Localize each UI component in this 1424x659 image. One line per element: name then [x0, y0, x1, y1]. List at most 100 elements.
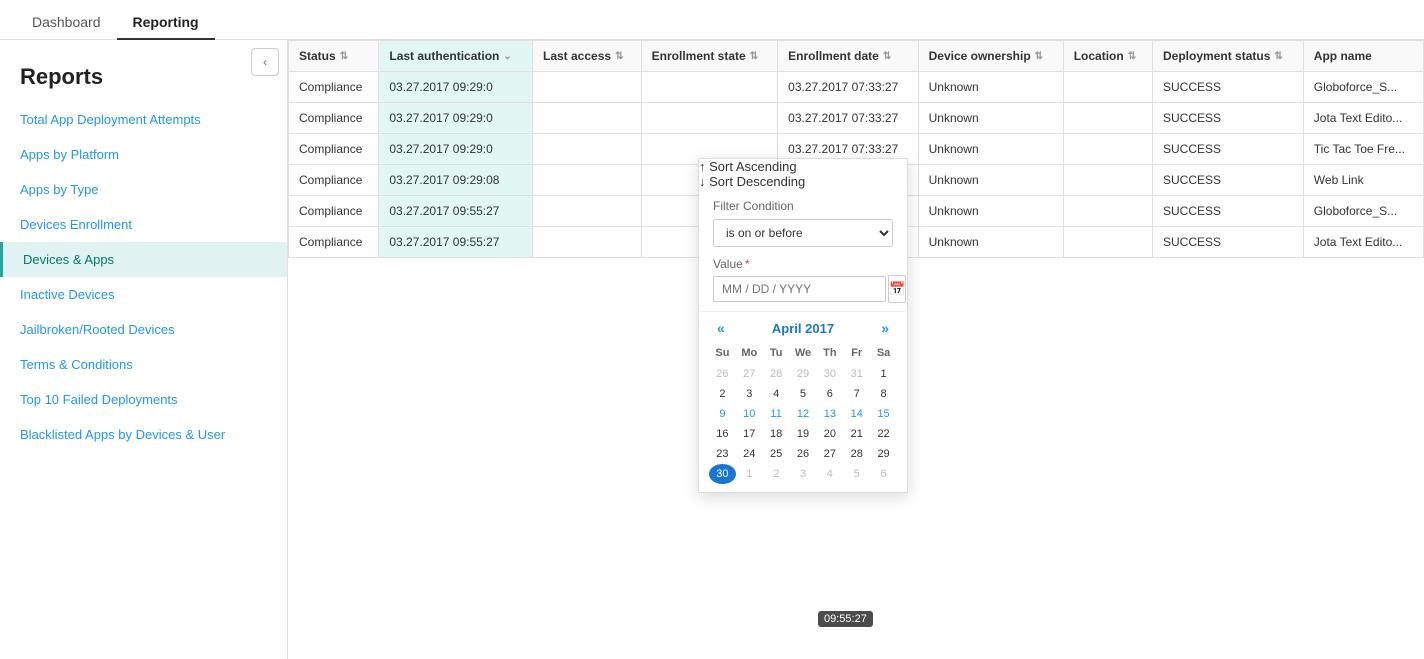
main-layout: Reports ‹ Total App Deployment Attempts … — [0, 40, 1424, 659]
cal-day[interactable]: 5 — [843, 464, 870, 484]
cal-day[interactable]: 18 — [763, 424, 790, 444]
col-app-name[interactable]: App name — [1303, 41, 1423, 72]
sort-descending-item[interactable]: ↓ Sort Descending — [699, 174, 907, 189]
top-nav: Dashboard Reporting — [0, 0, 1424, 40]
sort-ascending-item[interactable]: ↑ Sort Ascending — [699, 159, 907, 174]
calendar-days-header: Su Mo Tu We Th Fr Sa — [709, 344, 897, 362]
last-auth-sort-icon: ⌄ — [503, 51, 511, 62]
calendar-days: 26 27 28 29 30 31 1 2 3 4 5 6 7 8 9 — [709, 364, 897, 484]
cal-day[interactable]: 7 — [843, 384, 870, 404]
cal-day[interactable]: 22 — [870, 424, 897, 444]
cal-day[interactable]: 12 — [790, 404, 817, 424]
filter-dropdown-popup: ↑ Sort Ascending ↓ Sort Descending Filte… — [698, 158, 908, 493]
cal-day[interactable]: 31 — [843, 364, 870, 384]
sidebar-item-total-app-deployment[interactable]: Total App Deployment Attempts — [0, 102, 287, 137]
cal-day[interactable]: 21 — [843, 424, 870, 444]
col-last-auth[interactable]: Last authentication ⌄ — [379, 41, 533, 72]
cal-day[interactable]: 26 — [709, 364, 736, 384]
cal-day[interactable]: 6 — [870, 464, 897, 484]
cal-day[interactable]: 15 — [870, 404, 897, 424]
status-sort-icon: ⇅ — [340, 51, 348, 62]
cal-day[interactable]: 4 — [816, 464, 843, 484]
sidebar-item-devices-enrollment[interactable]: Devices Enrollment — [0, 207, 287, 242]
cal-day[interactable]: 26 — [790, 444, 817, 464]
cal-day[interactable]: 10 — [736, 404, 763, 424]
calendar-prev-button[interactable]: « — [713, 318, 729, 338]
value-label: Value* — [713, 257, 893, 271]
location-sort-icon: ⇅ — [1128, 51, 1136, 62]
cal-day[interactable]: 19 — [790, 424, 817, 444]
sidebar-title: Reports — [0, 48, 287, 102]
sidebar-item-inactive-devices[interactable]: Inactive Devices — [0, 277, 287, 312]
cal-day[interactable]: 27 — [736, 364, 763, 384]
cal-day[interactable]: 5 — [790, 384, 817, 404]
cal-day[interactable]: 3 — [736, 384, 763, 404]
calendar-toggle-button[interactable]: 📅 — [888, 275, 906, 303]
cal-day[interactable]: 3 — [790, 464, 817, 484]
cal-day[interactable]: 2 — [763, 464, 790, 484]
device-ownership-sort-icon: ⇅ — [1035, 51, 1043, 62]
cal-day[interactable]: 29 — [790, 364, 817, 384]
sort-desc-icon: ↓ — [699, 174, 706, 189]
col-enrollment-date[interactable]: Enrollment date ⇅ — [778, 41, 918, 72]
cal-day[interactable]: 4 — [763, 384, 790, 404]
cal-day[interactable]: 9 — [709, 404, 736, 424]
cal-day[interactable]: 17 — [736, 424, 763, 444]
cal-day[interactable]: 1 — [736, 464, 763, 484]
sidebar-collapse-button[interactable]: ‹ — [251, 48, 279, 76]
table-row: Compliance 03.27.2017 09:29:0 03.27.2017… — [289, 72, 1424, 103]
cal-day[interactable]: 24 — [736, 444, 763, 464]
col-last-access[interactable]: Last access ⇅ — [533, 41, 642, 72]
calendar-next-button[interactable]: » — [877, 318, 893, 338]
tab-reporting[interactable]: Reporting — [117, 6, 215, 40]
cal-day-today[interactable]: 30 — [709, 464, 736, 484]
col-device-ownership[interactable]: Device ownership ⇅ — [918, 41, 1063, 72]
sidebar-item-apps-by-type[interactable]: Apps by Type — [0, 172, 287, 207]
calendar-month-year: April 2017 — [772, 321, 834, 336]
col-location[interactable]: Location ⇅ — [1063, 41, 1152, 72]
table-row: Compliance 03.27.2017 09:29:0 03.27.2017… — [289, 103, 1424, 134]
sort-asc-icon: ↑ — [699, 159, 706, 174]
cal-day[interactable]: 8 — [870, 384, 897, 404]
filter-section: Filter Condition is on or before is on o… — [699, 189, 907, 247]
deployment-status-sort-icon: ⇅ — [1274, 51, 1282, 62]
filter-condition-select[interactable]: is on or before is on or after equals is… — [713, 219, 893, 247]
sidebar-item-top10-failed[interactable]: Top 10 Failed Deployments — [0, 382, 287, 417]
col-deployment-status[interactable]: Deployment status ⇅ — [1153, 41, 1304, 72]
cal-day[interactable]: 28 — [763, 364, 790, 384]
sidebar-item-jailbroken-rooted[interactable]: Jailbroken/Rooted Devices — [0, 312, 287, 347]
cal-day[interactable]: 27 — [816, 444, 843, 464]
last-access-sort-icon: ⇅ — [615, 51, 623, 62]
content-area: Status ⇅ Last authentication ⌄ — [288, 40, 1424, 659]
calendar-header: « April 2017 » — [699, 311, 907, 344]
cal-day[interactable]: 1 — [870, 364, 897, 384]
cal-day[interactable]: 29 — [870, 444, 897, 464]
filter-condition-label: Filter Condition — [713, 199, 893, 213]
cal-day[interactable]: 20 — [816, 424, 843, 444]
date-input-row: 📅 — [713, 275, 893, 303]
tab-dashboard[interactable]: Dashboard — [16, 6, 117, 40]
sidebar-item-apps-by-platform[interactable]: Apps by Platform — [0, 137, 287, 172]
cal-day[interactable]: 11 — [763, 404, 790, 424]
cal-day[interactable]: 30 — [816, 364, 843, 384]
cal-day[interactable]: 6 — [816, 384, 843, 404]
cal-day[interactable]: 25 — [763, 444, 790, 464]
enrollment-date-sort-icon: ⇅ — [883, 51, 891, 62]
col-enrollment-state[interactable]: Enrollment state ⇅ — [641, 41, 778, 72]
cal-day[interactable]: 28 — [843, 444, 870, 464]
cal-day[interactable]: 14 — [843, 404, 870, 424]
cal-day[interactable]: 2 — [709, 384, 736, 404]
col-status[interactable]: Status ⇅ — [289, 41, 379, 72]
sidebar-item-blacklisted-apps[interactable]: Blacklisted Apps by Devices & User — [0, 417, 287, 452]
cal-day[interactable]: 13 — [816, 404, 843, 424]
value-section: Value* 📅 — [699, 257, 907, 309]
enrollment-state-sort-icon: ⇅ — [750, 51, 758, 62]
calendar-grid: Su Mo Tu We Th Fr Sa 26 27 28 29 30 31 1 — [699, 344, 907, 484]
cal-day[interactable]: 23 — [709, 444, 736, 464]
sidebar-item-terms-conditions[interactable]: Terms & Conditions — [0, 347, 287, 382]
sidebar: Reports ‹ Total App Deployment Attempts … — [0, 40, 288, 659]
date-input-field[interactable] — [713, 276, 886, 302]
sidebar-item-devices-apps[interactable]: Devices & Apps — [0, 242, 287, 277]
cal-day[interactable]: 16 — [709, 424, 736, 444]
filter-select-row: is on or before is on or after equals is… — [713, 219, 893, 247]
